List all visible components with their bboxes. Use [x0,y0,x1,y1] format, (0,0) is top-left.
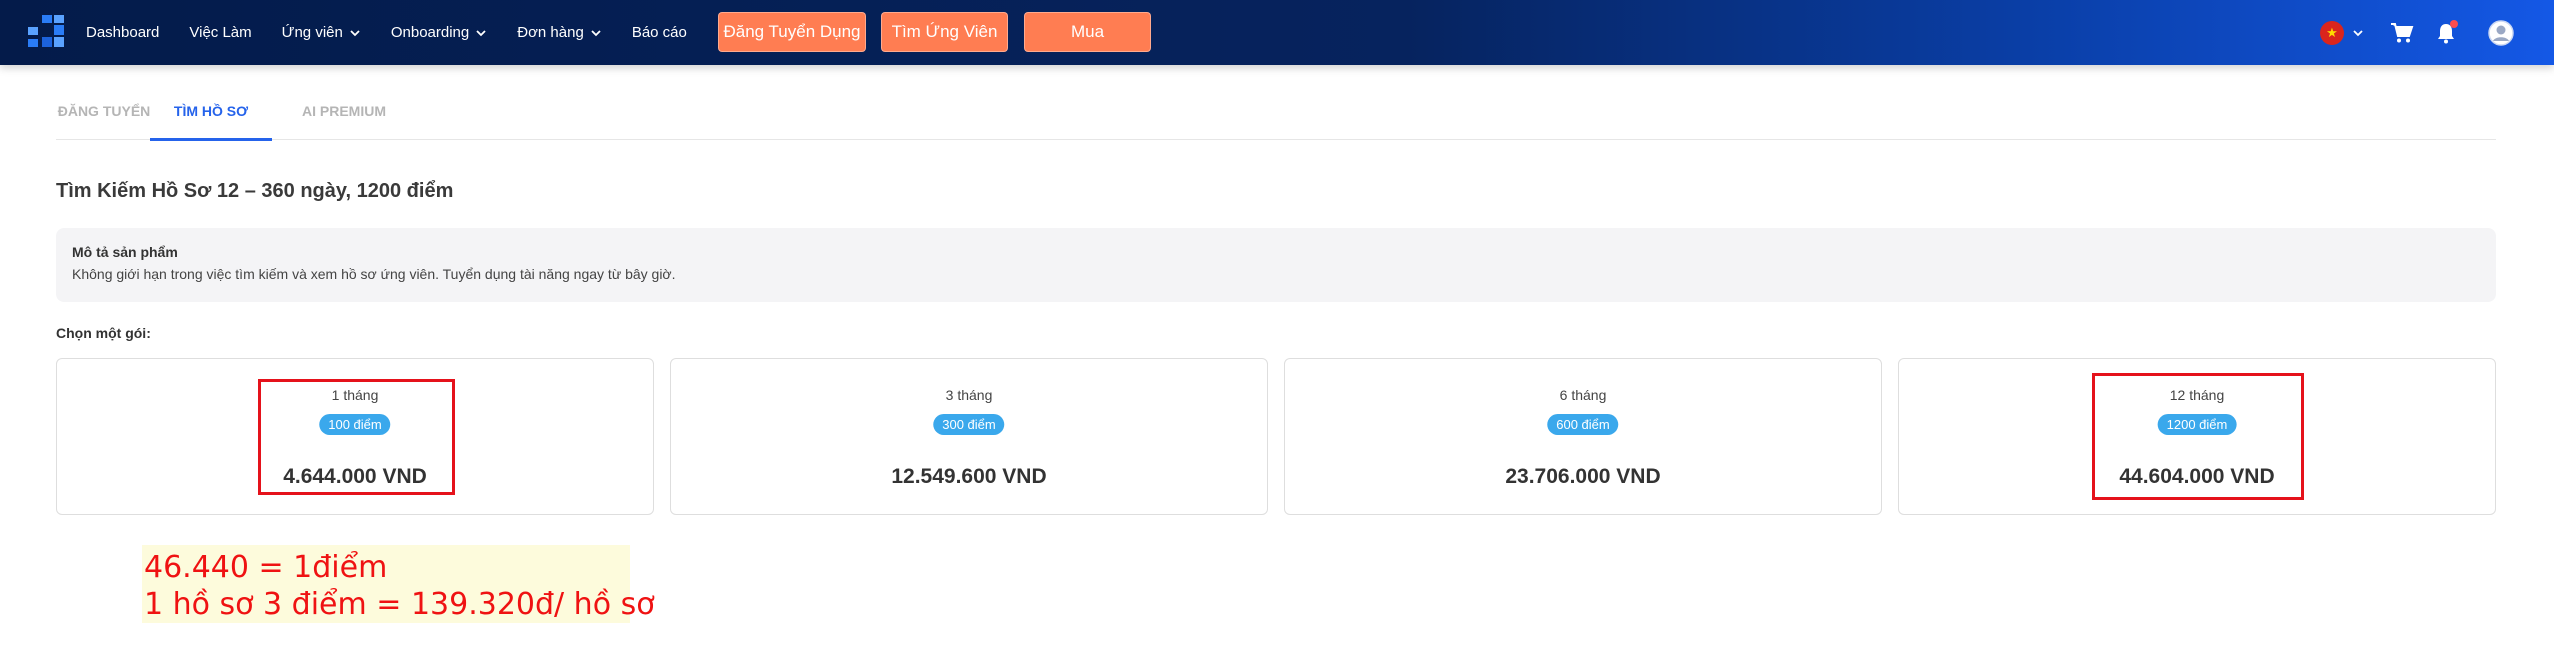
nav-orders[interactable]: Đơn hàng [517,0,602,65]
note-line-2: 1 hồ sơ 3 điểm = 139.320đ/ hồ sơ [144,587,655,622]
product-tabs: ĐĂNG TUYỂN TÌM HỒ SƠ AI PREMIUM [56,82,2496,141]
chevron-down-icon[interactable] [2352,27,2364,39]
bell-icon[interactable] [2436,19,2458,44]
points-badge: 300 điểm [933,414,1005,435]
user-avatar-icon[interactable] [2488,19,2514,46]
chevron-down-icon [476,29,486,36]
vietnam-flag-icon[interactable]: ★ [2320,20,2344,45]
nav-label: Báo cáo [631,24,687,41]
cart-icon[interactable] [2390,22,2414,44]
package-duration: 3 tháng [945,387,993,403]
nav-label: Onboarding [390,24,470,41]
nav-dashboard[interactable]: Dashboard [86,0,159,65]
nav-label: Dashboard [86,24,160,41]
nav-reports[interactable]: Báo cáo [632,0,687,65]
product-description: Mô tả sản phẩm Không giới hạn trong việc… [56,228,2496,302]
nav-candidates[interactable]: Ứng viên [282,0,361,65]
choose-package-label: Chọn một gói: [56,325,151,341]
nav-onboarding[interactable]: Onboarding [391,0,487,65]
tab-post-job[interactable]: ĐĂNG TUYỂN [56,82,152,140]
logo-icon[interactable] [28,15,68,51]
tab-find-profile[interactable]: TÌM HỒ SƠ [150,82,272,141]
package-card-6-months[interactable]: 6 tháng 600 điểm 23.706.000 VND [1284,358,1882,515]
nav-label: Ứng viên [281,24,343,41]
post-job-button[interactable]: Đăng Tuyển Dụng [718,12,866,52]
page-title: Tìm Kiếm Hồ Sơ 12 – 360 ngày, 1200 điểm [56,180,454,202]
nav-label: Việc Làm [189,24,252,41]
chevron-down-icon [591,29,601,36]
highlight-box-12-months [2092,373,2304,500]
find-candidate-button[interactable]: Tìm Ứng Viên [881,12,1008,52]
main-nav: Dashboard Việc Làm Ứng viên Onboarding Đ… [86,0,687,65]
description-title: Mô tả sản phẩm [72,244,178,260]
chevron-down-icon [350,29,360,36]
top-navigation-bar: Dashboard Việc Làm Ứng viên Onboarding Đ… [0,0,2554,65]
price-annotation-note: 46.440 = 1điểm 1 hồ sơ 3 điểm = 139.320đ… [142,545,655,623]
nav-label: Đơn hàng [517,24,584,41]
package-card-3-months[interactable]: 3 tháng 300 điểm 12.549.600 VND [670,358,1268,515]
buy-button[interactable]: Mua [1024,12,1151,52]
tab-ai-premium[interactable]: AI PREMIUM [292,82,396,140]
notification-dot [2450,19,2458,28]
package-price: 23.706.000 VND [1505,465,1661,488]
package-duration: 6 tháng [1559,387,1607,403]
note-line-1: 46.440 = 1điểm [144,550,388,585]
highlight-box-1-month [258,379,455,495]
points-badge: 600 điểm [1547,414,1619,435]
description-text: Không giới hạn trong việc tìm kiếm và xe… [72,266,676,282]
header-actions: ★ [2320,0,2514,65]
package-price: 12.549.600 VND [891,465,1047,488]
nav-jobs[interactable]: Việc Làm [189,0,251,65]
